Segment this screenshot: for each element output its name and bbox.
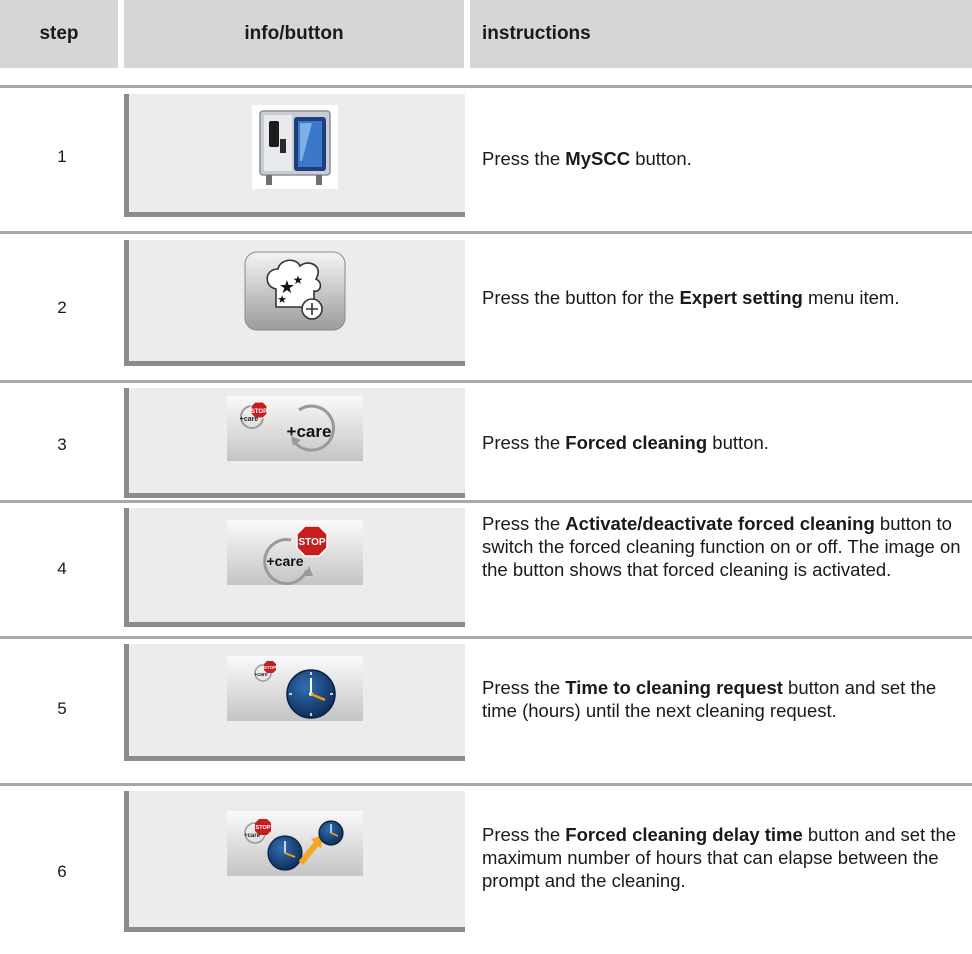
step-number: 6 [57, 862, 67, 881]
instruction-text: Press the Forced cleaning button. [482, 432, 769, 453]
header-step: step [0, 0, 118, 68]
info-box [124, 94, 465, 217]
myscc-button[interactable] [251, 105, 338, 189]
activate-deactivate-forced-cleaning-button[interactable]: +care STOP [226, 520, 363, 586]
instruction-text: Press the MySCC button. [482, 148, 692, 169]
info-box: ★ ★ ★ [124, 240, 465, 366]
step-number: 3 [57, 435, 67, 454]
table-row: 6 STOP +care Press the Forced cleaning d… [0, 783, 972, 954]
table-row: 3 STOP +care +care Press the Forced clea… [0, 380, 972, 503]
instruction-text: Press the Forced cleaning delay time but… [482, 824, 957, 891]
instruction-text: Press the button for the Expert setting … [482, 287, 900, 308]
row-divider [0, 231, 972, 234]
row-divider [0, 380, 972, 383]
svg-text:STOP: STOP [298, 537, 325, 548]
forced-cleaning-delay-time-button[interactable]: STOP +care [226, 811, 363, 876]
table-row: 1 Press the MySCC button. [0, 85, 972, 232]
table-row: 2 ★ ★ ★ Press the button for the Expert … [0, 231, 972, 378]
svg-text:STOP: STOP [250, 409, 266, 415]
svg-text:★: ★ [277, 294, 287, 306]
forced-cleaning-button[interactable]: STOP +care +care [226, 396, 363, 461]
step-number: 1 [57, 147, 67, 166]
svg-text:★: ★ [292, 273, 303, 287]
step-number: 4 [57, 559, 67, 578]
instruction-text: Press the Activate/deactivate forced cle… [482, 513, 961, 580]
care-stop-clock-icon: STOP +care [226, 656, 363, 721]
row-divider [0, 783, 972, 786]
chef-hat-stars-plus-icon: ★ ★ ★ [244, 251, 345, 331]
info-box: +care STOP [124, 508, 465, 627]
table-row: 4 +care STOP Press the Activate/deactiva… [0, 500, 972, 632]
step-number: 2 [57, 298, 67, 317]
row-divider [0, 85, 972, 88]
instruction-text: Press the Time to cleaning request butto… [482, 677, 937, 721]
svg-text:+care: +care [266, 553, 303, 569]
info-box: STOP +care [124, 644, 465, 761]
svg-text:STOP: STOP [255, 825, 270, 831]
header-info-button: info/button [124, 0, 464, 68]
step-number: 5 [57, 699, 67, 718]
expert-setting-button[interactable]: ★ ★ ★ [244, 251, 346, 331]
svg-text:+care: +care [286, 422, 331, 441]
care-stop-two-clocks-icon: STOP +care [226, 811, 363, 876]
time-to-cleaning-request-button[interactable]: STOP +care [226, 656, 363, 721]
header-instructions: instructions [470, 0, 972, 68]
myscc-oven-icon [251, 105, 338, 189]
row-divider [0, 636, 972, 639]
svg-text:+care: +care [244, 833, 261, 839]
care-stop-cycle-icon: STOP +care +care [226, 396, 363, 461]
svg-text:+care: +care [239, 416, 258, 423]
row-divider [0, 500, 972, 503]
svg-text:STOP: STOP [263, 665, 275, 670]
info-box: STOP +care +care [124, 388, 465, 498]
info-box: STOP +care [124, 791, 465, 932]
care-stop-large-icon: +care STOP [226, 520, 363, 586]
svg-text:+care: +care [254, 672, 267, 678]
table-header: step info/button instructions [0, 0, 972, 68]
table-row: 5 STOP +care Press the Time to cleaning … [0, 636, 972, 769]
